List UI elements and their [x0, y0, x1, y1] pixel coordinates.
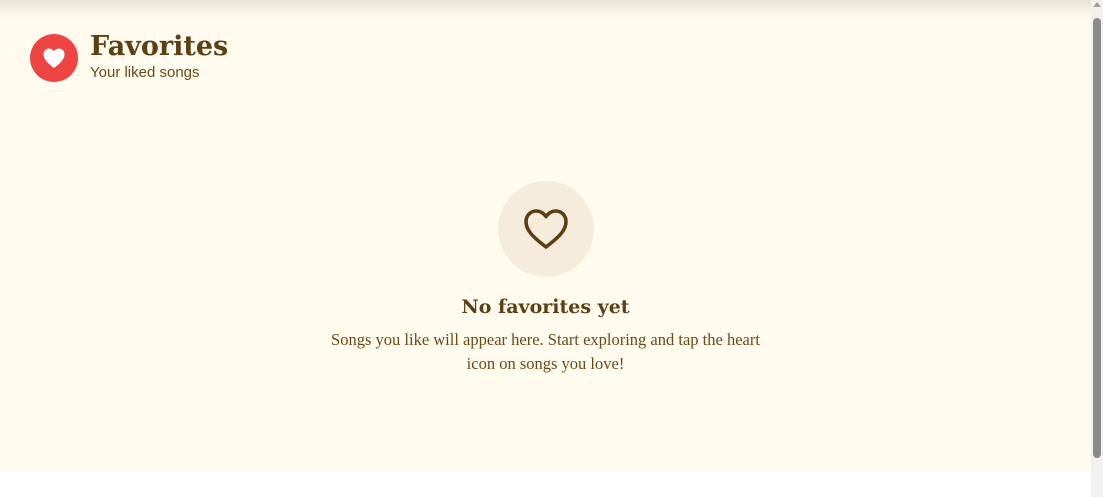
heart-icon [30, 34, 78, 82]
page-header: Favorites Your liked songs [30, 31, 228, 82]
header-text: Favorites Your liked songs [90, 31, 228, 82]
page-title: Favorites [90, 30, 229, 62]
favorites-panel: Favorites Your liked songs No favorites … [0, 0, 1091, 472]
vertical-scrollbar[interactable] [1091, 0, 1103, 497]
empty-state-description: Songs you like will appear here. Start e… [331, 330, 760, 373]
heart-outline-icon [497, 181, 594, 277]
page-subtitle: Your liked songs [90, 63, 200, 81]
favorites-page: Favorites Your liked songs No favorites … [0, 0, 1103, 497]
scrollbar-thumb[interactable] [1093, 18, 1101, 458]
empty-state: No favorites yet Songs you like will app… [0, 181, 1091, 376]
top-shadow [0, 0, 1091, 18]
scroll-up-arrow-icon[interactable] [1093, 2, 1101, 7]
empty-state-title: No favorites yet [461, 296, 630, 318]
